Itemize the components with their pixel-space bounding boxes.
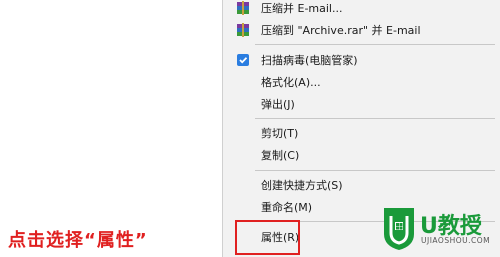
menu-item-label: 重命名(M) [261,201,313,214]
menu-item-label: 创建快捷方式(S) [261,179,343,192]
menu-item-create-shortcut[interactable]: 创建快捷方式(S) [223,174,500,196]
menu-item-label: 复制(C) [261,149,300,162]
background [0,0,222,257]
menu-item-compress-archive-email[interactable]: 压缩到 "Archive.rar" 并 E-mail [223,19,500,41]
menu-item-label: 弹出(J) [261,98,295,111]
menu-item-scan-virus[interactable]: 扫描病毒(电脑管家) [223,49,500,71]
menu-item-format[interactable]: 格式化(A)... [223,71,500,93]
winrar-icon [237,23,249,37]
properties-highlight-box [235,220,300,255]
menu-separator [255,118,495,119]
menu-item-compress-email[interactable]: 压缩并 E-mail... [223,0,500,19]
shield-icon [237,54,249,66]
winrar-icon [237,1,249,15]
instruction-text: 点击选择“属性” [8,230,148,251]
menu-item-label: 剪切(T) [261,127,299,140]
menu-item-eject[interactable]: 弹出(J) [223,93,500,115]
menu-item-label: 格式化(A)... [261,76,321,89]
menu-separator [255,170,495,171]
menu-separator [255,44,495,45]
menu-item-label: 压缩并 E-mail... [261,2,343,15]
menu-item-label: 压缩到 "Archive.rar" 并 E-mail [261,24,421,37]
menu-item-copy[interactable]: 复制(C) [223,144,500,166]
logo-url-text: UJIAOSHOU.COM [421,236,491,245]
menu-item-cut[interactable]: 剪切(T) [223,122,500,144]
menu-item-label: 扫描病毒(电脑管家) [261,54,358,67]
